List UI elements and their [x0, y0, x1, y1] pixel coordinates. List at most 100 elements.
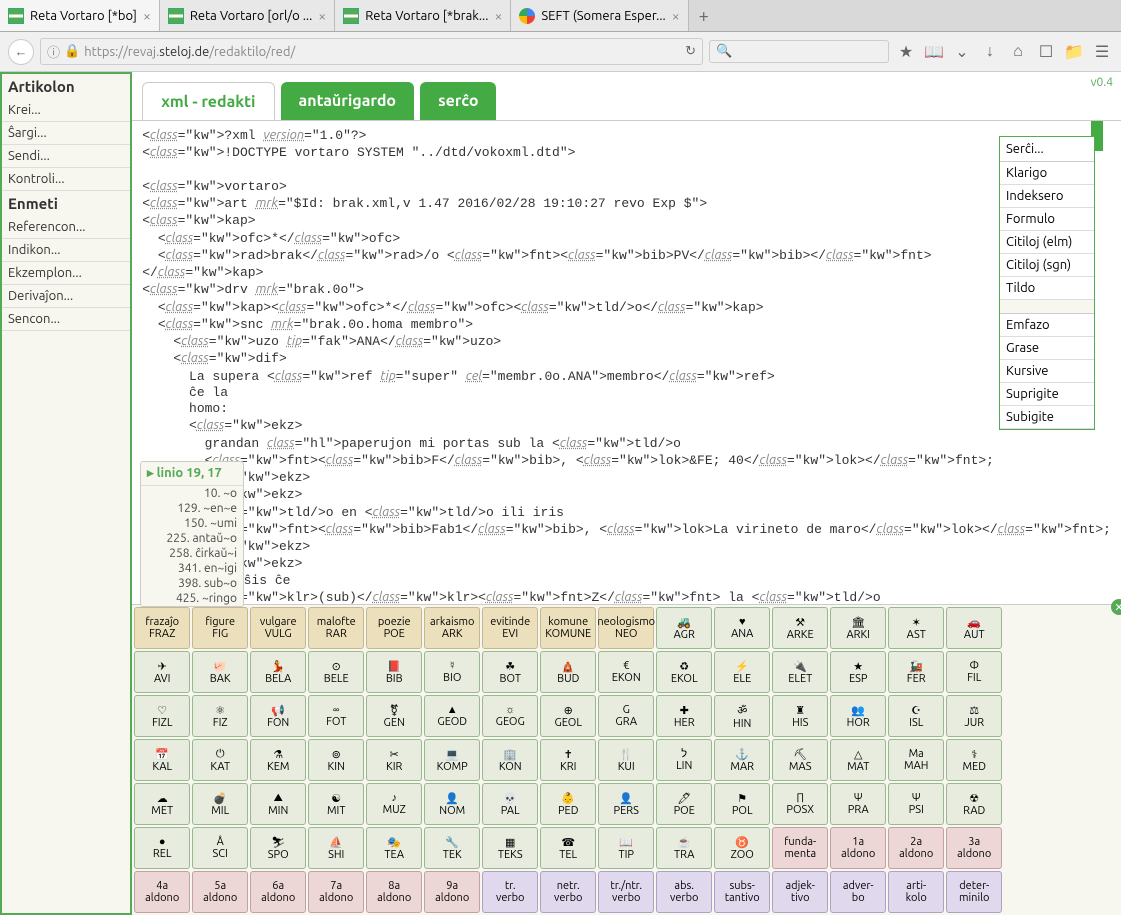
- grid-cell-JUR[interactable]: ⚖JUR: [946, 695, 1002, 737]
- grid-cell-ZOO[interactable]: ♉ZOO: [714, 827, 770, 869]
- grid-cell-aldono[interactable]: 7aaldono: [308, 871, 364, 913]
- browser-tab-0[interactable]: Reta Vortaro [*bo]×: [0, 0, 160, 31]
- grid-cell-tantivo[interactable]: subs-tantivo: [714, 871, 770, 913]
- grid-cell-RAR[interactable]: malofteRAR: [308, 607, 364, 649]
- grid-cell-VULG[interactable]: vulgareVULG: [250, 607, 306, 649]
- grid-cell-MAS[interactable]: ⛏MAS: [772, 739, 828, 781]
- rp-item-2[interactable]: Kursive: [1000, 360, 1094, 383]
- rp-item-3[interactable]: Citiloj (elm): [1000, 231, 1094, 254]
- browser-tab-2[interactable]: Reta Vortaro [*brak...×: [335, 0, 511, 31]
- grid-cell-verbo[interactable]: netr.verbo: [540, 871, 596, 913]
- close-icon[interactable]: ×: [143, 8, 151, 24]
- sidebar-item-0[interactable]: Referencon...: [2, 216, 130, 239]
- line-info-row-1[interactable]: 129. ~en~e: [141, 501, 243, 516]
- grid-cell-AVI[interactable]: ✈AVI: [134, 651, 190, 693]
- grid-cell-POE[interactable]: 🖊POE: [656, 783, 712, 825]
- close-icon[interactable]: ×: [672, 8, 680, 24]
- grid-cell-TIP[interactable]: 📖TIP: [598, 827, 654, 869]
- grid-cell-FON[interactable]: 📢FON: [250, 695, 306, 737]
- line-info-row-7[interactable]: 425. ~ringo: [141, 591, 243, 606]
- grid-cell-verbo[interactable]: tr.verbo: [482, 871, 538, 913]
- sidebar-item-3[interactable]: Derivaĵon...: [2, 285, 130, 308]
- grid-cell-FRAZ[interactable]: frazaĵoFRAZ: [134, 607, 190, 649]
- grid-cell-aldono[interactable]: 2aaldono: [888, 827, 944, 869]
- grid-cell-FIZ[interactable]: ⚛FIZ: [192, 695, 248, 737]
- toolbar-icon-2[interactable]: ⌄: [951, 41, 973, 63]
- grid-cell-GEN[interactable]: ⚧GEN: [366, 695, 422, 737]
- line-info-row-4[interactable]: 258. ĉirkaŭ~i: [141, 546, 243, 561]
- toolbar-icon-7[interactable]: ☰: [1091, 41, 1113, 63]
- grid-cell-REL[interactable]: ●REL: [134, 827, 190, 869]
- line-info-row-0[interactable]: 10. ~o: [141, 486, 243, 501]
- toolbar-icon-1[interactable]: 📖: [923, 41, 945, 63]
- grid-cell-ELET[interactable]: 🔌ELET: [772, 651, 828, 693]
- grid-cell-KIR[interactable]: ✂KIR: [366, 739, 422, 781]
- grid-cell-verbo[interactable]: tr./ntr.verbo: [598, 871, 654, 913]
- line-info-row-5[interactable]: 341. en~igi: [141, 561, 243, 576]
- grid-cell-SCI[interactable]: ÅSCI: [192, 827, 248, 869]
- sidebar-item-1[interactable]: Indikon...: [2, 239, 130, 262]
- grid-cell-aldono[interactable]: 4aaldono: [134, 871, 190, 913]
- grid-cell-BAK[interactable]: 🐖BAK: [192, 651, 248, 693]
- sidebar-item-0[interactable]: Krei...: [2, 99, 130, 122]
- grid-cell-FIG[interactable]: figureFIG: [192, 607, 248, 649]
- search-field[interactable]: 🔍: [709, 40, 889, 63]
- grid-cell-MUZ[interactable]: ♪MUZ: [366, 783, 422, 825]
- grid-cell-MIN[interactable]: ⛰MIN: [250, 783, 306, 825]
- sidebar-item-2[interactable]: Sendi...: [2, 145, 130, 168]
- grid-cell-BIO[interactable]: ☿BIO: [424, 651, 480, 693]
- grid-cell-TEL[interactable]: ☎TEL: [540, 827, 596, 869]
- grid-cell-POL[interactable]: ⚑POL: [714, 783, 770, 825]
- toolbar-icon-4[interactable]: ⌂: [1007, 41, 1029, 63]
- grid-cell-aldono[interactable]: 3aaldono: [946, 827, 1002, 869]
- toolbar-icon-3[interactable]: ↓: [979, 41, 1001, 63]
- new-tab-button[interactable]: +: [689, 0, 719, 31]
- grid-cell-kolo[interactable]: arti-kolo: [888, 871, 944, 913]
- sidebar-item-3[interactable]: Kontroli...: [2, 168, 130, 191]
- line-info-row-6[interactable]: 398. sub~o: [141, 576, 243, 591]
- grid-cell-ARKI[interactable]: 🏛ARKI: [830, 607, 886, 649]
- editor-tab-2[interactable]: serĉo: [420, 82, 496, 121]
- rp-item-4[interactable]: Subigite: [1000, 406, 1094, 429]
- grid-cell-AGR[interactable]: 🚜AGR: [656, 607, 712, 649]
- grid-cell-NEO[interactable]: neologismoNEO: [598, 607, 654, 649]
- editor-tab-0[interactable]: xml - redakti: [142, 82, 274, 121]
- grid-cell-TRA[interactable]: ☕TRA: [656, 827, 712, 869]
- close-grid-button[interactable]: ✕: [1111, 599, 1121, 615]
- grid-cell-KOMP[interactable]: 💻KOMP: [424, 739, 480, 781]
- rp-item-2[interactable]: Formulo: [1000, 208, 1094, 231]
- rp-item-4[interactable]: Citiloj (sgn): [1000, 254, 1094, 277]
- grid-cell-TEK[interactable]: 🔧TEK: [424, 827, 480, 869]
- grid-cell-GEOD[interactable]: ▲GEOD: [424, 695, 480, 737]
- editor-tab-1[interactable]: antaŭrigardo: [281, 82, 415, 121]
- grid-cell-bo[interactable]: adver-bo: [830, 871, 886, 913]
- grid-cell-KAT[interactable]: ⏻KAT: [192, 739, 248, 781]
- grid-cell-PSI[interactable]: ΨPSI: [888, 783, 944, 825]
- grid-cell-SHI[interactable]: ⛵SHI: [308, 827, 364, 869]
- back-button[interactable]: ←: [8, 39, 34, 65]
- sidebar-item-2[interactable]: Ekzemplon...: [2, 262, 130, 285]
- rp-item-1[interactable]: Indeksero: [1000, 185, 1094, 208]
- grid-cell-MAR[interactable]: ⚓MAR: [714, 739, 770, 781]
- line-info-row-3[interactable]: 225. antaŭ~o: [141, 531, 243, 546]
- grid-cell-SPO[interactable]: ⛷SPO: [250, 827, 306, 869]
- grid-cell-ELE[interactable]: ⚡ELE: [714, 651, 770, 693]
- grid-cell-ARK[interactable]: arkaismoARK: [424, 607, 480, 649]
- grid-cell-KAL[interactable]: 📅KAL: [134, 739, 190, 781]
- grid-cell-HIS[interactable]: ♜HIS: [772, 695, 828, 737]
- grid-cell-GEOL[interactable]: ⊕GEOL: [540, 695, 596, 737]
- sidebar-item-4[interactable]: Sencon...: [2, 308, 130, 331]
- grid-cell-aldono[interactable]: 5aaldono: [192, 871, 248, 913]
- grid-cell-MIL[interactable]: 💣MIL: [192, 783, 248, 825]
- grid-cell-minilo[interactable]: deter-minilo: [946, 871, 1002, 913]
- close-icon[interactable]: ×: [494, 8, 502, 24]
- toolbar-icon-6[interactable]: 📁: [1063, 41, 1085, 63]
- grid-cell-HIN[interactable]: ॐHIN: [714, 695, 770, 737]
- grid-cell-FIL[interactable]: ΦFIL: [946, 651, 1002, 693]
- grid-cell-ARKE[interactable]: ⚒ARKE: [772, 607, 828, 649]
- grid-cell-menta[interactable]: funda-menta: [772, 827, 828, 869]
- grid-cell-aldono[interactable]: 1aaldono: [830, 827, 886, 869]
- grid-cell-KOMUNE[interactable]: komuneKOMUNE: [540, 607, 596, 649]
- grid-cell-KEM[interactable]: ⚗KEM: [250, 739, 306, 781]
- grid-cell-ISL[interactable]: ☪ISL: [888, 695, 944, 737]
